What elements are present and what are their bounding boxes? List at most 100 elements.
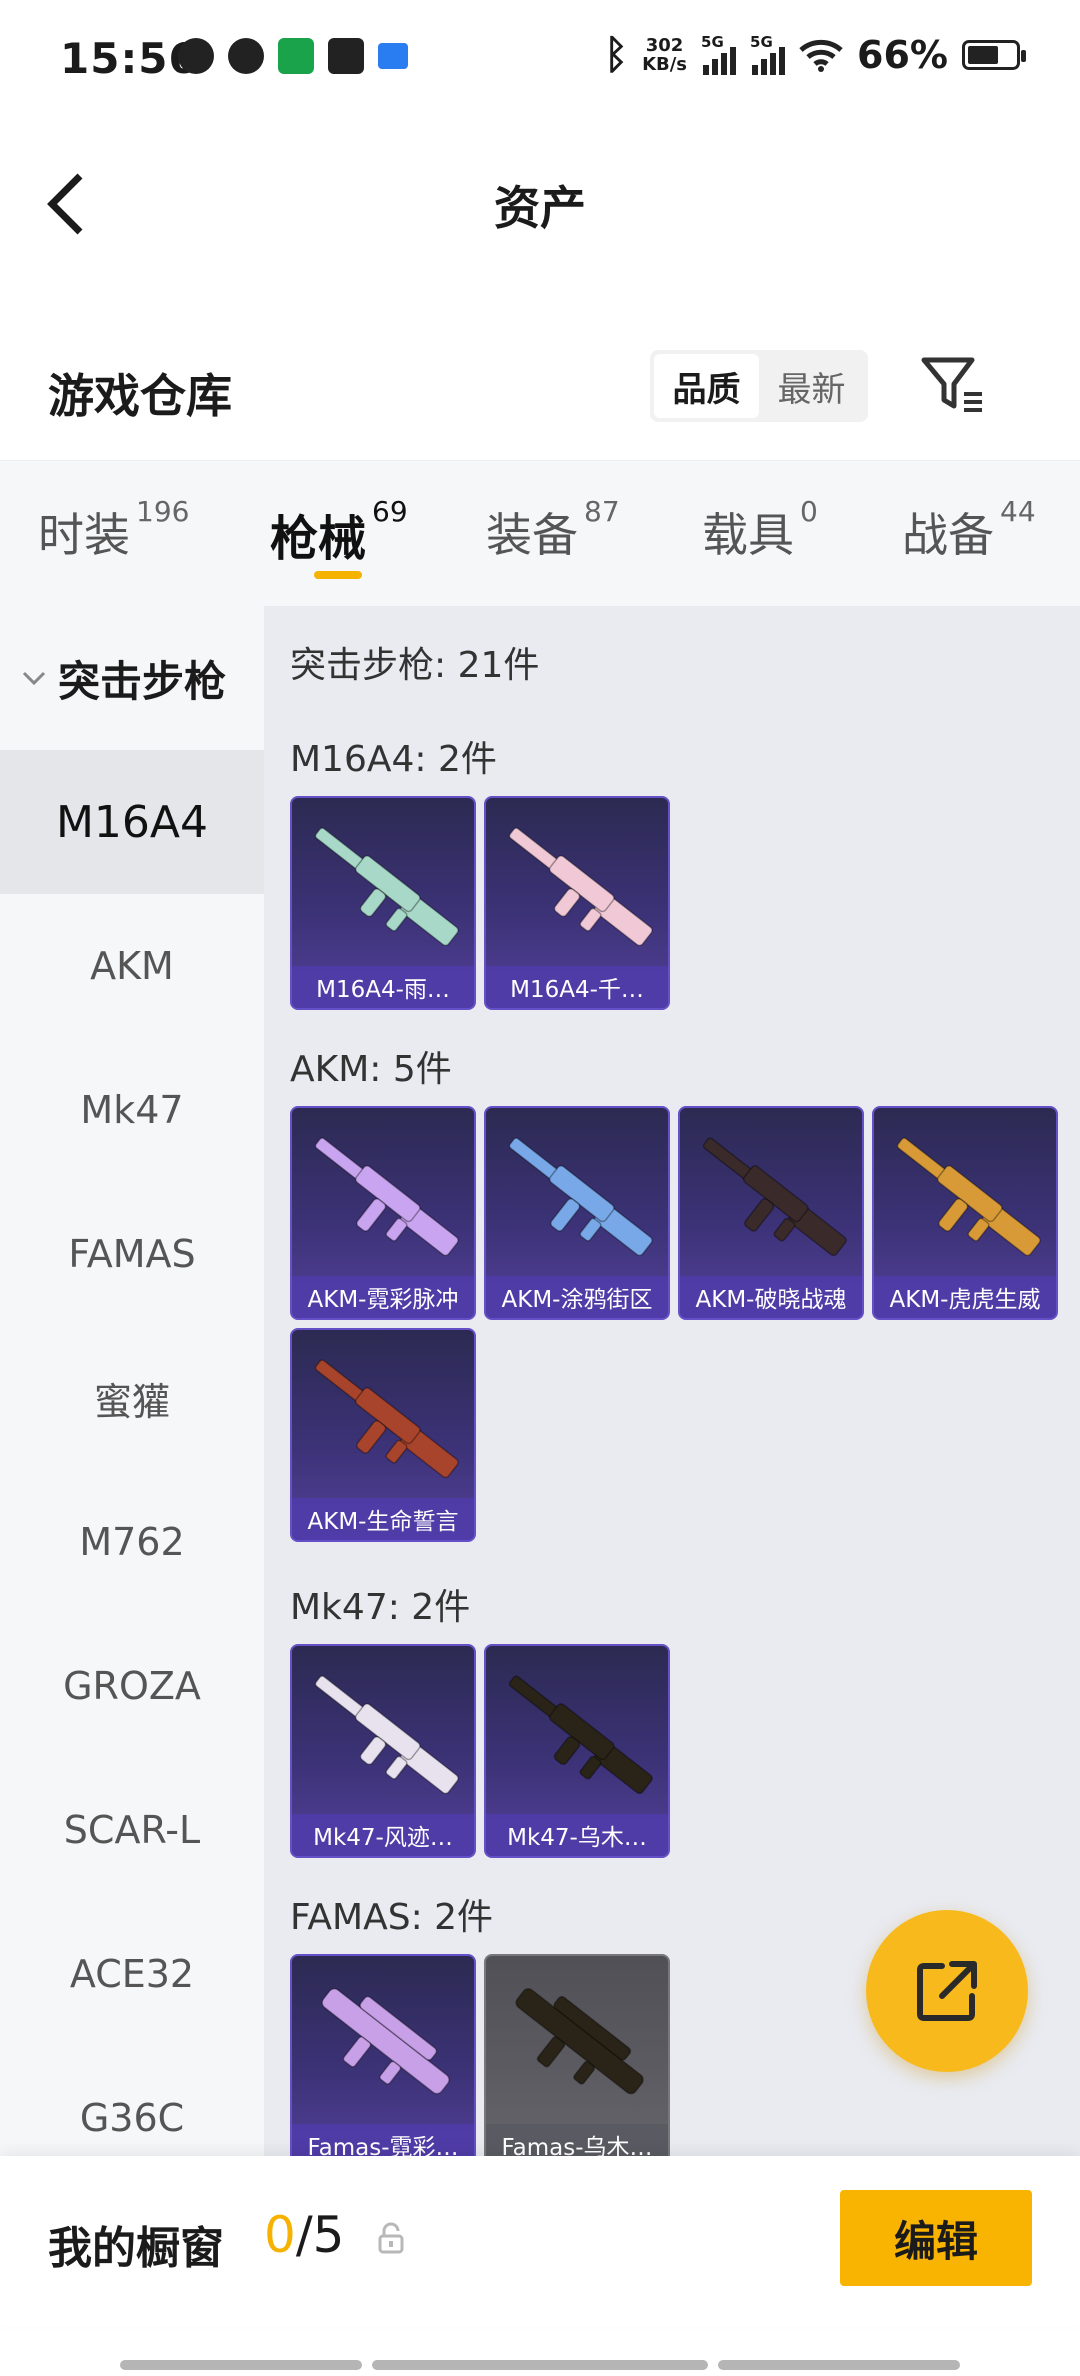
lock-icon bbox=[378, 2222, 404, 2254]
weapon-card-label: AKM-虎虎生威 bbox=[874, 1276, 1056, 1318]
sidebar-item-mk47[interactable]: Mk47 bbox=[0, 1038, 264, 1182]
weapon-card[interactable]: AKM-生命誓言 bbox=[290, 1328, 476, 1542]
rifle-part bbox=[553, 1736, 581, 1766]
rifle-skin-icon bbox=[314, 1359, 459, 1479]
rifle-skin-icon bbox=[314, 1675, 459, 1795]
weapon-card[interactable]: M16A4-雨… bbox=[290, 796, 476, 1010]
tab-firearms[interactable]: 枪械 69 bbox=[270, 495, 408, 569]
share-export-icon bbox=[917, 1961, 977, 2021]
wifi-icon bbox=[799, 39, 843, 72]
active-tab-indicator bbox=[314, 571, 362, 579]
showcase-label: 我的橱窗 bbox=[48, 2223, 224, 2274]
weapon-card[interactable]: Mk47-风迹… bbox=[290, 1644, 476, 1858]
rifle-skin-icon bbox=[515, 1988, 644, 2095]
sort-toggle: 品质 最新 bbox=[650, 350, 868, 422]
gesture-bar bbox=[120, 2360, 362, 2370]
weapon-card[interactable]: AKM-霓彩脉冲 bbox=[290, 1106, 476, 1320]
weapon-card-label: M16A4-雨… bbox=[292, 966, 474, 1008]
weapon-card[interactable]: AKM-虎虎生威 bbox=[872, 1106, 1058, 1320]
showcase-bar: 我的橱窗 0/5 编辑 bbox=[0, 2156, 1080, 2326]
rifle-part bbox=[553, 888, 581, 918]
warehouse-row: 游戏仓库 品质 最新 bbox=[0, 330, 1080, 460]
sidebar-item-honey-badger[interactable]: 蜜獾 bbox=[0, 1326, 264, 1470]
signal-2-icon: 5G bbox=[750, 33, 786, 75]
battery-icon bbox=[962, 40, 1026, 70]
rifle-part bbox=[938, 1198, 969, 1232]
rifle-part bbox=[342, 2036, 372, 2068]
weapon-card-label: Mk47-风迹… bbox=[292, 1814, 474, 1856]
rifle-skin-icon bbox=[508, 1137, 653, 1257]
weapon-card-label: AKM-霓彩脉冲 bbox=[292, 1276, 474, 1318]
rifle-part bbox=[536, 2036, 566, 2068]
bluetooth-icon: ᛒ bbox=[604, 32, 629, 78]
rifle-part bbox=[359, 888, 387, 918]
notification-icons bbox=[178, 38, 408, 74]
wechat-icon bbox=[178, 38, 214, 74]
warehouse-title: 游戏仓库 bbox=[48, 369, 232, 423]
sidebar-item-scar-l[interactable]: SCAR-L bbox=[0, 1758, 264, 1902]
rifle-part bbox=[356, 1420, 387, 1454]
group-label-famas: FAMAS: 2件 bbox=[290, 1897, 494, 1938]
rifle-part bbox=[550, 1198, 581, 1232]
weapon-sidebar: 突击步枪 M16A4 AKM Mk47 FAMAS 蜜獾 M762 GROZA … bbox=[0, 606, 264, 2156]
sidebar-item-ace32[interactable]: ACE32 bbox=[0, 1902, 264, 2046]
message-app-icon bbox=[378, 43, 408, 69]
group-label-mk47: Mk47: 2件 bbox=[290, 1587, 471, 1628]
chevron-down-icon bbox=[22, 671, 46, 686]
rifle-part bbox=[359, 1736, 387, 1766]
alipay-app-icon bbox=[328, 38, 364, 74]
tab-vehicles[interactable]: 载具 0 bbox=[702, 495, 818, 565]
share-button[interactable] bbox=[866, 1910, 1028, 2072]
rifle-skin-icon bbox=[702, 1137, 847, 1257]
sidebar-item-m16a4[interactable]: M16A4 bbox=[0, 750, 264, 894]
tab-combat-supplies[interactable]: 战备 44 bbox=[902, 495, 1036, 565]
page-header: 资产 bbox=[0, 120, 1080, 280]
weapon-card-label: AKM-生命誓言 bbox=[292, 1498, 474, 1540]
rifle-skin-icon bbox=[314, 827, 459, 947]
rifle-part bbox=[744, 1198, 775, 1232]
net-speed: 302 KB/s bbox=[642, 35, 688, 75]
weapon-card[interactable]: Mk47-乌木… bbox=[484, 1644, 670, 1858]
weapon-card-label: M16A4-千… bbox=[486, 966, 668, 1008]
category-tabs: 时装 196 枪械 69 装备 87 载具 0 战备 44 bbox=[0, 460, 1080, 606]
sort-newest-button[interactable]: 最新 bbox=[759, 354, 864, 418]
rifle-skin-icon bbox=[508, 1675, 653, 1795]
app-notification-icon bbox=[228, 38, 264, 74]
weapon-card[interactable]: M16A4-千… bbox=[484, 796, 670, 1010]
status-bar: 15:56 ᛒ 302 KB/s 5G 5G 66% bbox=[0, 0, 1080, 120]
weapon-card[interactable]: Famas-霓彩… bbox=[290, 1954, 476, 2156]
category-total-label: 突击步枪: 21件 bbox=[290, 645, 540, 686]
guazi-app-icon bbox=[278, 38, 314, 74]
battery-percent: 66% bbox=[857, 33, 948, 77]
showcase-count: 0/5 bbox=[264, 2206, 345, 2264]
system-icons: ᛒ 302 KB/s 5G 5G 66% bbox=[604, 32, 1026, 78]
rifle-skin-icon bbox=[508, 827, 653, 947]
weapon-card-label: Famas-乌木… bbox=[486, 2124, 668, 2156]
gesture-bar bbox=[372, 2360, 708, 2370]
weapon-card-label: AKM-涂鸦街区 bbox=[486, 1276, 668, 1318]
weapon-card[interactable]: AKM-涂鸦街区 bbox=[484, 1106, 670, 1320]
sidebar-section-assault-rifles[interactable]: 突击步枪 bbox=[0, 606, 264, 750]
rifle-skin-icon bbox=[896, 1137, 1041, 1257]
rifle-skin-icon bbox=[314, 1137, 459, 1257]
rifle-skin-icon bbox=[321, 1988, 450, 2095]
rifle-part bbox=[356, 1198, 387, 1232]
signal-1-icon: 5G bbox=[701, 33, 737, 75]
weapon-card-label: Mk47-乌木… bbox=[486, 1814, 668, 1856]
tab-equipment[interactable]: 装备 87 bbox=[486, 495, 620, 565]
sidebar-item-m762[interactable]: M762 bbox=[0, 1470, 264, 1614]
weapon-card[interactable]: Famas-乌木… bbox=[484, 1954, 670, 2156]
sidebar-item-famas[interactable]: FAMAS bbox=[0, 1182, 264, 1326]
gesture-bar bbox=[718, 2360, 960, 2370]
sort-quality-button[interactable]: 品质 bbox=[654, 354, 759, 418]
weapon-card[interactable]: AKM-破晓战魂 bbox=[678, 1106, 864, 1320]
tab-fashion[interactable]: 时装 196 bbox=[38, 495, 189, 565]
sidebar-item-groza[interactable]: GROZA bbox=[0, 1614, 264, 1758]
weapon-card-label: Famas-霓彩… bbox=[292, 2124, 474, 2156]
sidebar-item-akm[interactable]: AKM bbox=[0, 894, 264, 1038]
group-label-akm: AKM: 5件 bbox=[290, 1049, 452, 1090]
group-label-m16a4: M16A4: 2件 bbox=[290, 739, 497, 780]
page-title: 资产 bbox=[494, 181, 586, 235]
filter-icon[interactable] bbox=[920, 354, 986, 416]
edit-button[interactable]: 编辑 bbox=[840, 2190, 1032, 2286]
